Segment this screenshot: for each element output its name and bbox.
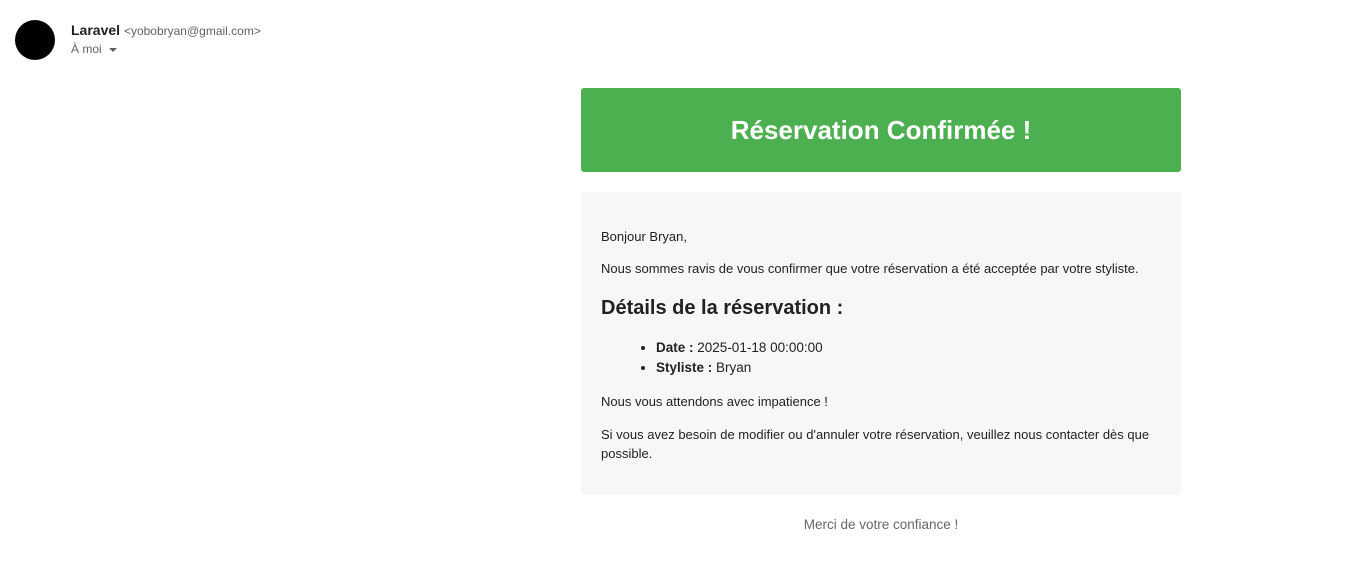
recipient-details-toggle[interactable]: À moi bbox=[71, 41, 117, 57]
detail-label: Styliste : bbox=[656, 360, 713, 375]
banner-title: Réservation Confirmée ! bbox=[730, 114, 1032, 145]
detail-value: 2025-01-18 00:00:00 bbox=[697, 340, 823, 355]
sender-avatar[interactable] bbox=[15, 20, 55, 60]
waiting-text: Nous vous attendons avec impatience ! bbox=[601, 394, 828, 409]
sender-email[interactable]: <yobobryan@gmail.com> bbox=[124, 24, 261, 38]
details-list: Date : 2025-01-18 00:00:00 Styliste : Br… bbox=[601, 338, 1161, 378]
detail-stylist: Styliste : Bryan bbox=[656, 358, 1161, 378]
confirmation-banner: Réservation Confirmée ! bbox=[581, 88, 1181, 172]
details-title: Détails de la réservation : bbox=[601, 297, 844, 319]
sender-name[interactable]: Laravel bbox=[71, 22, 120, 38]
email-content: Bonjour Bryan, Nous sommes ravis de vous… bbox=[581, 192, 1181, 495]
intro-text: Nous sommes ravis de vous confirmer que … bbox=[601, 261, 1139, 276]
contact-text: Si vous avez besoin de modifier ou d'ann… bbox=[601, 427, 1150, 461]
email-view: Laravel <yobobryan@gmail.com> À moi Rése… bbox=[0, 0, 1347, 577]
detail-date: Date : 2025-01-18 00:00:00 bbox=[656, 338, 1161, 358]
chevron-down-icon[interactable] bbox=[108, 47, 117, 52]
detail-label: Date : bbox=[656, 340, 694, 355]
footer-text: Merci de votre confiance ! bbox=[803, 517, 959, 532]
sender-line: Laravel <yobobryan@gmail.com> bbox=[71, 21, 261, 40]
greeting-text: Bonjour Bryan, bbox=[601, 229, 687, 244]
detail-value: Bryan bbox=[716, 360, 752, 375]
recipient-label: À moi bbox=[71, 42, 102, 56]
